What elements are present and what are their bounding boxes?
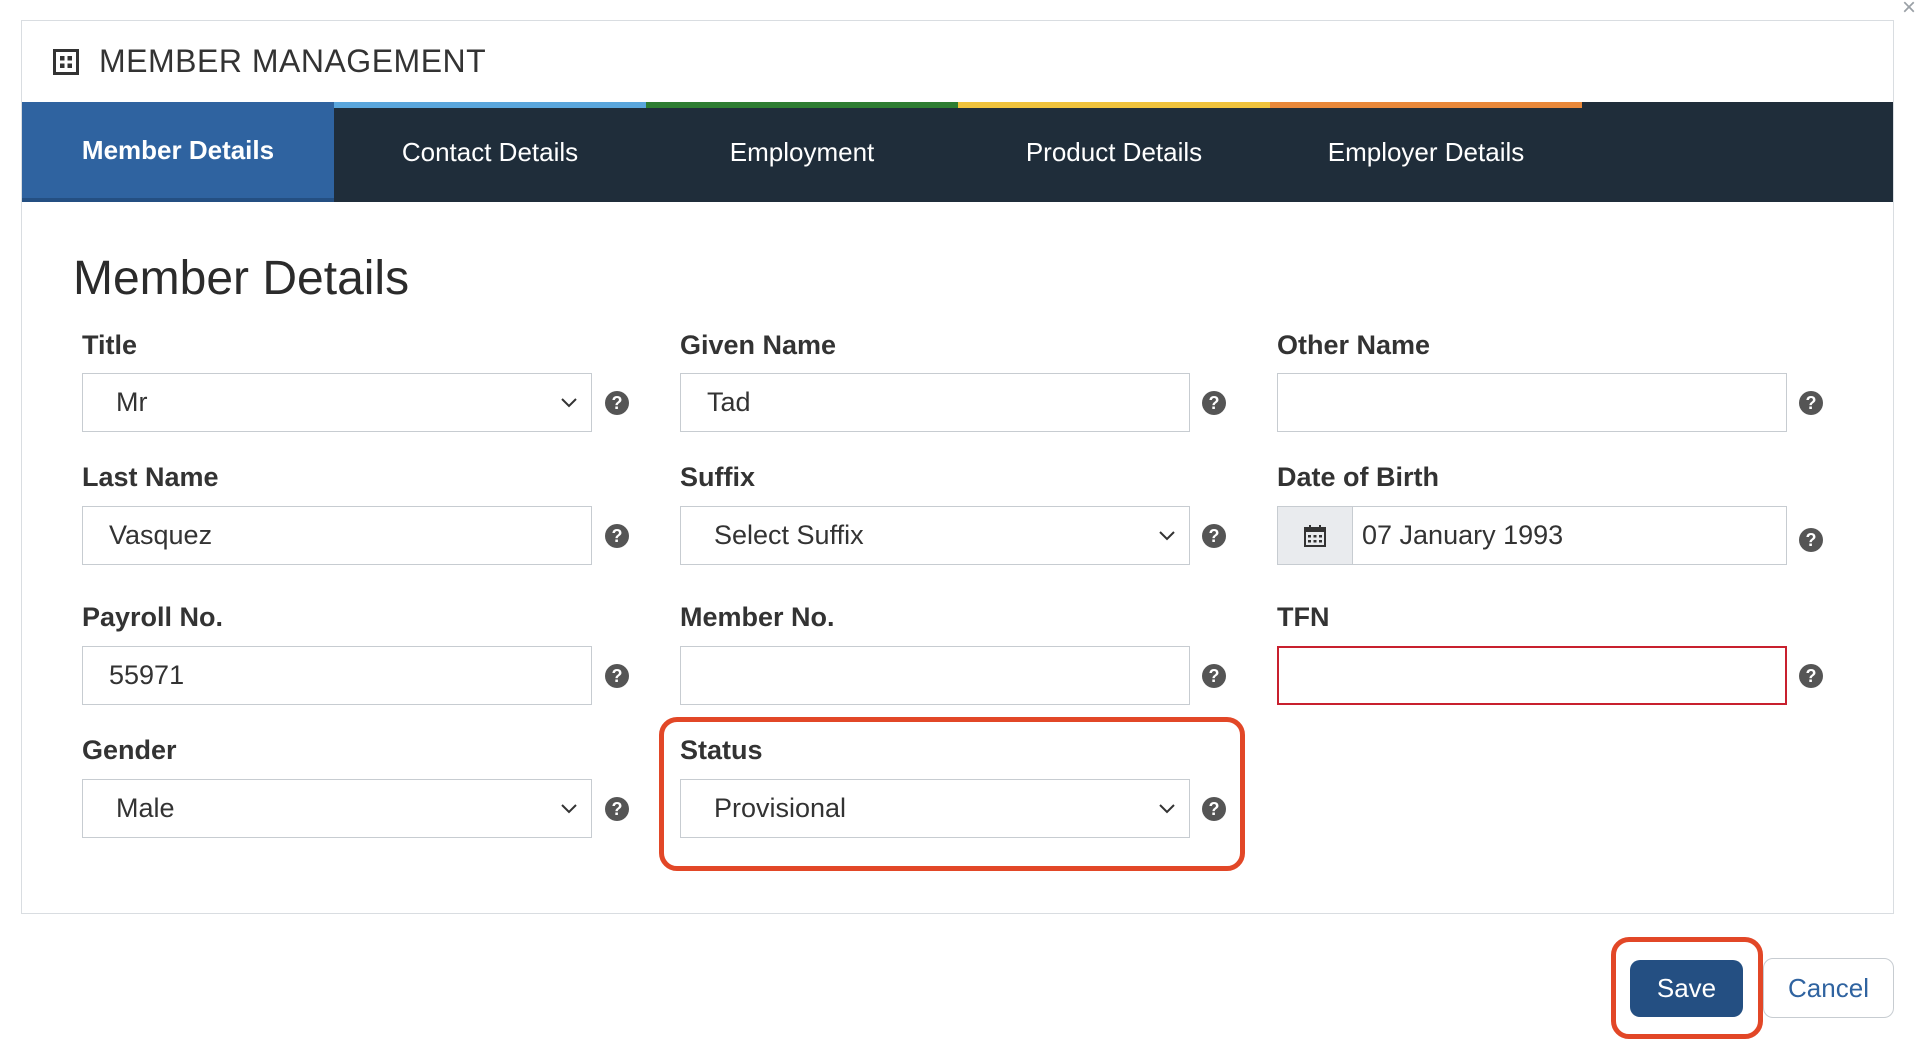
cancel-button[interactable]: Cancel <box>1763 958 1894 1018</box>
tab-label: Member Details <box>81 134 275 165</box>
help-icon[interactable]: ? <box>605 664 629 688</box>
tab-employer-details[interactable]: Employer Details <box>1270 102 1582 202</box>
tab-bar: Member Details Contact Details Employmen… <box>22 102 1893 202</box>
tab-stripe <box>22 102 334 108</box>
tab-stripe <box>334 102 646 108</box>
chevron-down-icon <box>1159 531 1175 541</box>
other-name-input[interactable] <box>1277 373 1787 432</box>
tab-stripe <box>958 102 1270 108</box>
gender-select-value: Male <box>116 793 175 823</box>
help-icon[interactable]: ? <box>1799 664 1823 688</box>
given-name-label: Given Name <box>680 330 837 360</box>
help-icon[interactable]: ? <box>605 524 629 548</box>
given-name-input[interactable]: Tad <box>680 373 1190 432</box>
other-name-label: Other Name <box>1277 330 1431 360</box>
tab-label: Employer Details <box>1327 136 1525 167</box>
tfn-label: TFN <box>1277 602 1330 632</box>
suffix-select[interactable]: Select Suffix <box>680 506 1190 565</box>
dob-input[interactable]: 07 January 1993 <box>1277 506 1787 565</box>
save-button[interactable]: Save <box>1630 960 1743 1017</box>
dob-label: Date of Birth <box>1277 462 1439 492</box>
tab-product-details[interactable]: Product Details <box>958 102 1270 202</box>
tab-employment[interactable]: Employment <box>646 102 958 202</box>
status-highlight <box>659 717 1245 871</box>
title-select-value: Mr <box>116 387 148 417</box>
dob-value: 07 January 1993 <box>1362 520 1564 550</box>
tfn-input[interactable] <box>1277 646 1787 705</box>
last-name-input[interactable]: Vasquez <box>82 506 592 565</box>
help-icon[interactable]: ? <box>1202 664 1226 688</box>
tab-contact-details[interactable]: Contact Details <box>334 102 646 202</box>
tab-stripe <box>1270 102 1582 108</box>
tab-label: Employment <box>729 136 875 167</box>
gender-label: Gender <box>82 735 177 765</box>
chevron-down-icon <box>561 398 577 408</box>
title-label: Title <box>82 330 138 360</box>
help-icon[interactable]: ? <box>605 797 629 821</box>
help-icon[interactable]: ? <box>1799 391 1823 415</box>
calendar-icon <box>1304 524 1326 547</box>
suffix-select-value: Select Suffix <box>714 520 864 550</box>
panel-title: MEMBER MANAGEMENT <box>99 43 487 79</box>
payroll-label: Payroll No. <box>82 602 224 632</box>
last-name-label: Last Name <box>82 462 219 492</box>
section-title: Member Details <box>73 252 410 305</box>
member-no-input[interactable] <box>680 646 1190 705</box>
grid-icon <box>53 48 79 75</box>
member-no-label: Member No. <box>680 602 835 632</box>
tab-label: Contact Details <box>401 136 579 167</box>
title-select[interactable]: Mr <box>82 373 592 432</box>
chevron-down-icon <box>561 804 577 814</box>
tab-label: Product Details <box>1025 136 1203 167</box>
tab-member-details[interactable]: Member Details <box>22 102 334 202</box>
panel-header: MEMBER MANAGEMENT <box>22 21 1893 102</box>
gender-select[interactable]: Male <box>82 779 592 838</box>
tab-stripe <box>646 102 958 108</box>
calendar-button[interactable] <box>1278 507 1353 564</box>
close-icon[interactable]: × <box>1902 0 1916 22</box>
help-icon[interactable]: ? <box>1202 391 1226 415</box>
help-icon[interactable]: ? <box>605 391 629 415</box>
help-icon[interactable]: ? <box>1799 528 1823 552</box>
suffix-label: Suffix <box>680 462 756 492</box>
help-icon[interactable]: ? <box>1202 524 1226 548</box>
payroll-input[interactable]: 55971 <box>82 646 592 705</box>
